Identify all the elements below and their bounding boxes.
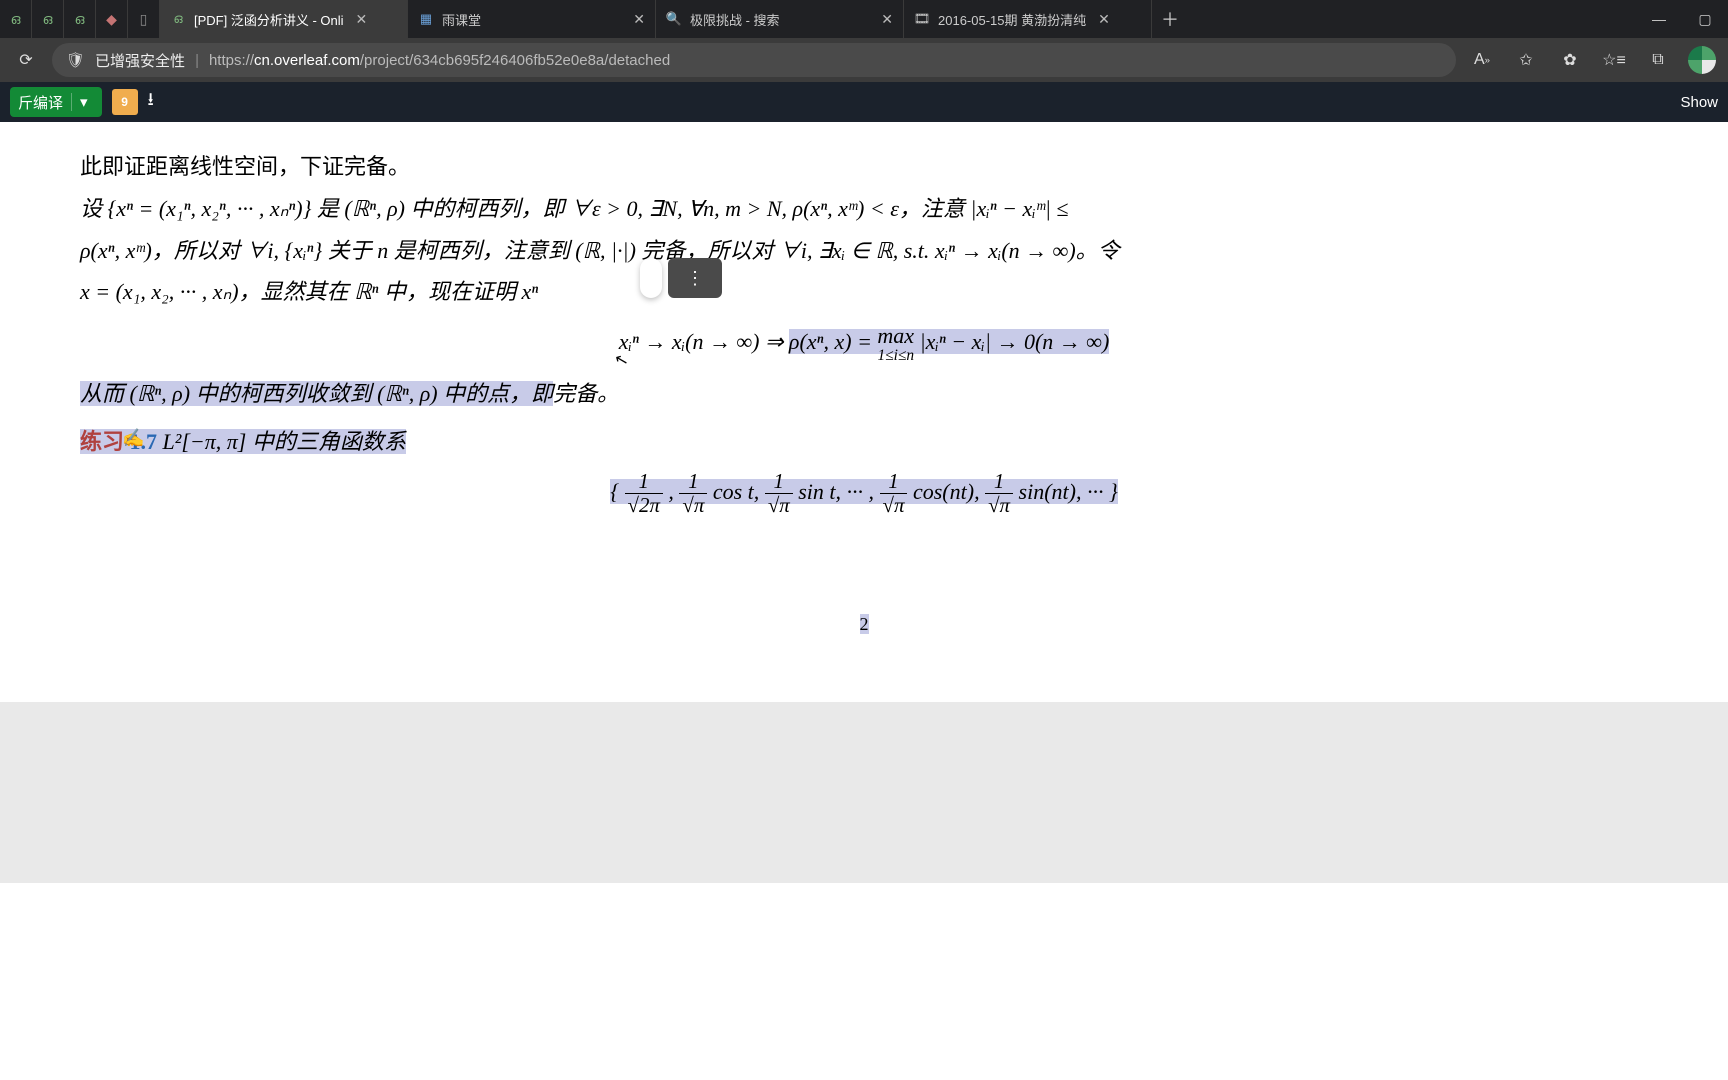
tab-title: [PDF] 泛函分析讲义 - Onli	[194, 10, 344, 29]
pen-icon: ✍	[122, 421, 144, 455]
tab-video[interactable]: 🎞 2016-05-15期 黄渤扮清纯 ✕	[904, 0, 1152, 38]
maximize-button[interactable]: ▢	[1682, 0, 1728, 38]
doc-equation: xᵢⁿ → xᵢ(n → ∞) ⇒ ρ(xⁿ, x) = max1≤i≤n |x…	[80, 321, 1648, 365]
new-tab-button[interactable]: ＋	[1152, 0, 1188, 38]
pinned-tab-4[interactable]: ◆	[96, 0, 128, 38]
selection-context-menu: ⋮	[640, 258, 722, 298]
tab-yuketang[interactable]: ▦ 雨课堂 ✕	[408, 0, 656, 38]
download-button[interactable]: ⭳	[148, 87, 154, 117]
pdf-viewport[interactable]: 此即证距离线性空间，下证完备。 设 {xⁿ = (x₁ⁿ, x₂ⁿ, ··· ,…	[0, 122, 1728, 1080]
avatar	[1688, 46, 1716, 74]
overleaf-favicon: ഒ	[170, 11, 186, 27]
yuketang-favicon: ▦	[418, 11, 434, 27]
close-icon[interactable]: ✕	[356, 11, 368, 28]
logs-button[interactable]: 9	[112, 89, 138, 115]
profile-button[interactable]	[1684, 42, 1720, 78]
favorite-button[interactable]: ✩	[1508, 42, 1544, 78]
overleaf-toolbar: 斤编译 ▾ 9 ⭳ Show	[0, 82, 1728, 122]
url-text: https://cn.overleaf.com/project/634cb695…	[209, 52, 670, 69]
tab-search[interactable]: 🔍 极限挑战 - 搜索 ✕	[656, 0, 904, 38]
read-aloud-button[interactable]: A»	[1464, 42, 1500, 78]
tab-overleaf-pdf[interactable]: ഒ [PDF] 泛函分析讲义 - Onli ✕	[160, 0, 408, 38]
doc-line-3: 从而 (ℝⁿ, ρ) 中的柯西列收敛到 (ℝⁿ, ρ) 中的点，即完备。	[80, 373, 1648, 415]
tab-title: 2016-05-15期 黄渤扮清纯	[938, 10, 1086, 29]
close-icon[interactable]: ✕	[1098, 11, 1110, 28]
kebab-icon: ⋮	[686, 261, 704, 295]
refresh-button[interactable]: ⟳	[8, 42, 44, 78]
notif-badge: 9	[121, 95, 128, 109]
doc-line-2a: 设 {xⁿ = (x₁ⁿ, x₂ⁿ, ··· , xₙⁿ)} 是 (ℝⁿ, ρ)…	[80, 188, 1648, 230]
show-button[interactable]: Show	[1680, 94, 1718, 111]
doc-line-2c: x = (x₁, x₂, ··· , xₙ)，显然其在 ℝⁿ 中，现在证明 xⁿ…	[80, 271, 1648, 313]
compile-button[interactable]: 斤编译 ▾	[10, 87, 102, 117]
collections-button[interactable]: ⧉	[1640, 42, 1676, 78]
browser-tab-strip: ഒ ഒ ഒ ◆ ▯ ഒ [PDF] 泛函分析讲义 - Onli ✕ ▦ 雨课堂 …	[0, 0, 1728, 38]
security-label: 已增强安全性	[95, 50, 185, 71]
pinned-tab-3[interactable]: ഒ	[64, 0, 96, 38]
compile-label: 斤编译	[10, 92, 71, 113]
minimize-button[interactable]: —	[1636, 0, 1682, 38]
pinned-tab-5[interactable]: ▯	[128, 0, 160, 38]
tab-title: 极限挑战 - 搜索	[690, 10, 780, 29]
exercise-label: 练习	[80, 429, 124, 454]
trig-system: { 1√2π , 1√π cos t, 1√π sin t, ··· , 1√π…	[80, 470, 1648, 517]
doc-line-2b: ρ(xⁿ, xᵐ)，所以对 ∀i, {xᵢⁿ} 关于 n 是柯西列，注意到 (ℝ…	[80, 230, 1648, 272]
page-gap	[0, 702, 1728, 882]
pdf-page: 此即证距离线性空间，下证完备。 设 {xⁿ = (x₁ⁿ, x₂ⁿ, ··· ,…	[0, 122, 1728, 661]
chevron-down-icon[interactable]: ▾	[71, 93, 96, 111]
favorites-bar-button[interactable]: ☆≡	[1596, 42, 1632, 78]
close-icon[interactable]: ✕	[633, 11, 645, 28]
tab-title: 雨课堂	[442, 10, 481, 29]
more-options-button[interactable]: ⋮	[668, 258, 722, 298]
page-number: 2	[80, 607, 1648, 641]
doc-line-1: 此即证距离线性空间，下证完备。	[80, 146, 1648, 188]
pdf-page-next	[0, 882, 1728, 962]
extensions-button[interactable]: ✿	[1552, 42, 1588, 78]
film-icon: 🎞	[914, 11, 930, 27]
address-bar: ⟳ 🛡 已增强安全性 | https://cn.overleaf.com/pro…	[0, 38, 1728, 82]
exercise-line: ✍ 练习 1.7 L²[−π, π] 中的三角函数系	[80, 421, 1648, 463]
exercise-text: L²[−π, π] 中的三角函数系	[163, 429, 406, 454]
search-icon: 🔍	[666, 11, 682, 27]
shield-icon: 🛡	[66, 51, 85, 69]
url-field[interactable]: 🛡 已增强安全性 | https://cn.overleaf.com/proje…	[52, 43, 1456, 77]
selection-handle[interactable]	[640, 258, 662, 298]
pinned-tab-1[interactable]: ഒ	[0, 0, 32, 38]
close-icon[interactable]: ✕	[881, 11, 893, 28]
pinned-tab-2[interactable]: ഒ	[32, 0, 64, 38]
